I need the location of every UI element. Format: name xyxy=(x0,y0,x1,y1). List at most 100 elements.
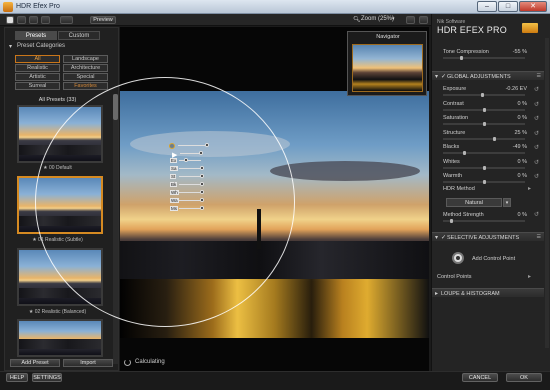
method-strength-slider[interactable] xyxy=(443,220,525,222)
tab-custom[interactable]: Custom xyxy=(58,31,100,40)
preset-thumbnail[interactable] xyxy=(17,319,103,357)
adjustments-scrollbar[interactable] xyxy=(545,38,549,348)
cp-knob-method-strength[interactable] xyxy=(200,206,204,210)
reset-icon[interactable]: ↺ xyxy=(534,86,539,93)
structure-slider[interactable] xyxy=(443,137,525,140)
split-view-icon[interactable] xyxy=(29,16,38,24)
cp-label-warmth[interactable]: Wa xyxy=(170,198,179,203)
loupe-histogram-header[interactable]: ▸ LOUPE & HISTOGRAM xyxy=(432,288,544,297)
cp-slider-structure[interactable] xyxy=(179,176,201,177)
reset-icon[interactable]: ↺ xyxy=(534,159,539,166)
background-toggle-icon[interactable] xyxy=(406,16,415,24)
cp-label-saturation[interactable]: Sa xyxy=(170,166,178,171)
reset-icon[interactable]: ↺ xyxy=(534,211,539,218)
control-point-radius-circle[interactable] xyxy=(35,77,295,327)
cp-slider-whites[interactable] xyxy=(179,192,201,193)
calculating-status: Calculating xyxy=(135,359,165,365)
help-button[interactable]: HELP xyxy=(6,373,28,382)
control-point-handle[interactable] xyxy=(169,143,175,149)
add-control-point-icon[interactable] xyxy=(452,252,464,264)
single-view-icon[interactable] xyxy=(17,16,26,24)
control-points-menu-icon[interactable]: ▸ xyxy=(528,273,531,280)
category-artistic[interactable]: Artistic xyxy=(15,73,60,81)
cp-slider-warmth[interactable] xyxy=(179,200,201,201)
section-menu-icon[interactable]: ☰ xyxy=(537,73,541,79)
cp-knob-structure[interactable] xyxy=(200,174,204,178)
control-point-slider-knob[interactable] xyxy=(199,151,203,155)
add-control-point-label[interactable]: Add Control Point xyxy=(472,256,515,262)
tone-compression-slider[interactable] xyxy=(443,57,525,59)
blacks-slider-knob[interactable] xyxy=(462,151,466,155)
category-landscape[interactable]: Landscape xyxy=(63,55,108,63)
control-point-size-slider[interactable] xyxy=(178,145,206,146)
cp-knob-exposure[interactable] xyxy=(184,158,188,162)
cp-knob-blacks[interactable] xyxy=(200,182,204,186)
reset-icon[interactable]: ↺ xyxy=(534,115,539,122)
minimize-button[interactable]: – xyxy=(477,1,497,12)
side-by-side-view-icon[interactable] xyxy=(41,16,50,24)
navigator-thumbnail[interactable] xyxy=(352,44,423,92)
close-button[interactable]: ✕ xyxy=(519,1,547,12)
cp-knob-saturation[interactable] xyxy=(200,166,204,170)
settings-button[interactable]: SETTINGS xyxy=(32,373,62,382)
global-adjustments-header[interactable]: ▾ ✓ GLOBAL ADJUSTMENTS ☰ xyxy=(432,71,544,80)
category-all[interactable]: All xyxy=(15,55,60,63)
collapse-arrow-icon[interactable]: ▾ xyxy=(9,43,12,50)
whites-slider-knob[interactable] xyxy=(483,165,486,170)
reset-icon[interactable]: ↺ xyxy=(534,173,539,180)
contrast-slider-knob[interactable] xyxy=(483,107,486,112)
category-realistic[interactable]: Realistic xyxy=(15,64,60,72)
saturation-slider-knob[interactable] xyxy=(483,122,486,126)
ok-button[interactable]: OK xyxy=(506,373,542,382)
reset-icon[interactable]: ↺ xyxy=(534,130,539,137)
hdr-method-dropdown[interactable]: Natural xyxy=(446,198,502,207)
checkmark-icon[interactable]: ✓ xyxy=(441,73,446,80)
control-point-slider-line[interactable] xyxy=(180,153,200,154)
cp-label-structure[interactable]: St xyxy=(170,174,177,179)
cp-label-whites[interactable]: Wh xyxy=(170,190,179,195)
cp-slider-exposure[interactable] xyxy=(179,160,201,161)
cp-label-exposure[interactable]: Ex xyxy=(170,158,178,163)
zoom-select[interactable]: Zoom (25%) xyxy=(361,16,394,22)
category-special[interactable]: Special xyxy=(63,73,108,81)
cancel-button[interactable]: CANCEL xyxy=(462,373,498,382)
navigator-panel[interactable]: Navigator xyxy=(347,31,427,96)
cp-label-blacks[interactable]: Bk xyxy=(170,182,178,187)
category-surreal[interactable]: Surreal xyxy=(15,82,60,90)
cp-knob-warmth[interactable] xyxy=(200,198,204,202)
category-architecture[interactable]: Architecture xyxy=(63,64,108,72)
left-panel-toggle-icon[interactable] xyxy=(6,16,14,24)
add-preset-button[interactable]: Add Preset xyxy=(10,359,60,367)
zoom-icon[interactable]: 🔍︎ xyxy=(353,16,361,23)
cp-label-method-strength[interactable]: Ms xyxy=(170,206,178,211)
reset-icon[interactable]: ↺ xyxy=(534,101,539,108)
right-panel-toggle-icon[interactable] xyxy=(419,16,428,24)
maximize-button[interactable]: □ xyxy=(498,1,518,12)
collapsed-arrow-icon[interactable]: ▸ xyxy=(435,290,438,297)
warmth-slider-knob[interactable] xyxy=(483,180,486,184)
cp-slider-blacks[interactable] xyxy=(179,184,201,185)
zoom-chevron-down-icon[interactable]: ▾ xyxy=(392,16,395,22)
hdr-method-menu-icon[interactable]: ▸ xyxy=(528,185,531,192)
size-slider-knob[interactable] xyxy=(205,143,209,147)
cp-slider-saturation[interactable] xyxy=(179,168,201,169)
checkmark-icon[interactable]: ✓ xyxy=(441,234,446,241)
structure-slider-knob[interactable] xyxy=(492,136,496,141)
tone-compression-knob[interactable] xyxy=(460,56,464,60)
tab-presets[interactable]: Presets xyxy=(15,31,57,40)
expand-arrow-icon[interactable]: ▾ xyxy=(435,234,438,241)
expand-arrow-icon[interactable]: ▾ xyxy=(435,73,438,80)
selective-adjustments-header[interactable]: ▾ ✓ SELECTIVE ADJUSTMENTS ☰ xyxy=(432,232,544,241)
cp-knob-whites[interactable] xyxy=(200,190,204,194)
reset-icon[interactable]: ↺ xyxy=(534,144,539,151)
import-button[interactable]: Import xyxy=(63,359,113,367)
dropdown-arrow-icon[interactable]: ▾ xyxy=(503,198,511,207)
section-menu-icon[interactable]: ☰ xyxy=(537,234,541,240)
exposure-slider-knob[interactable] xyxy=(481,93,485,97)
category-favorites[interactable]: Favorites xyxy=(63,82,108,90)
grid-view-icon[interactable] xyxy=(60,16,73,24)
blacks-slider[interactable] xyxy=(443,152,525,154)
cp-slider-method-strength[interactable] xyxy=(179,208,201,209)
preview-button[interactable]: Preview xyxy=(90,16,116,24)
method-strength-knob[interactable] xyxy=(450,219,454,223)
